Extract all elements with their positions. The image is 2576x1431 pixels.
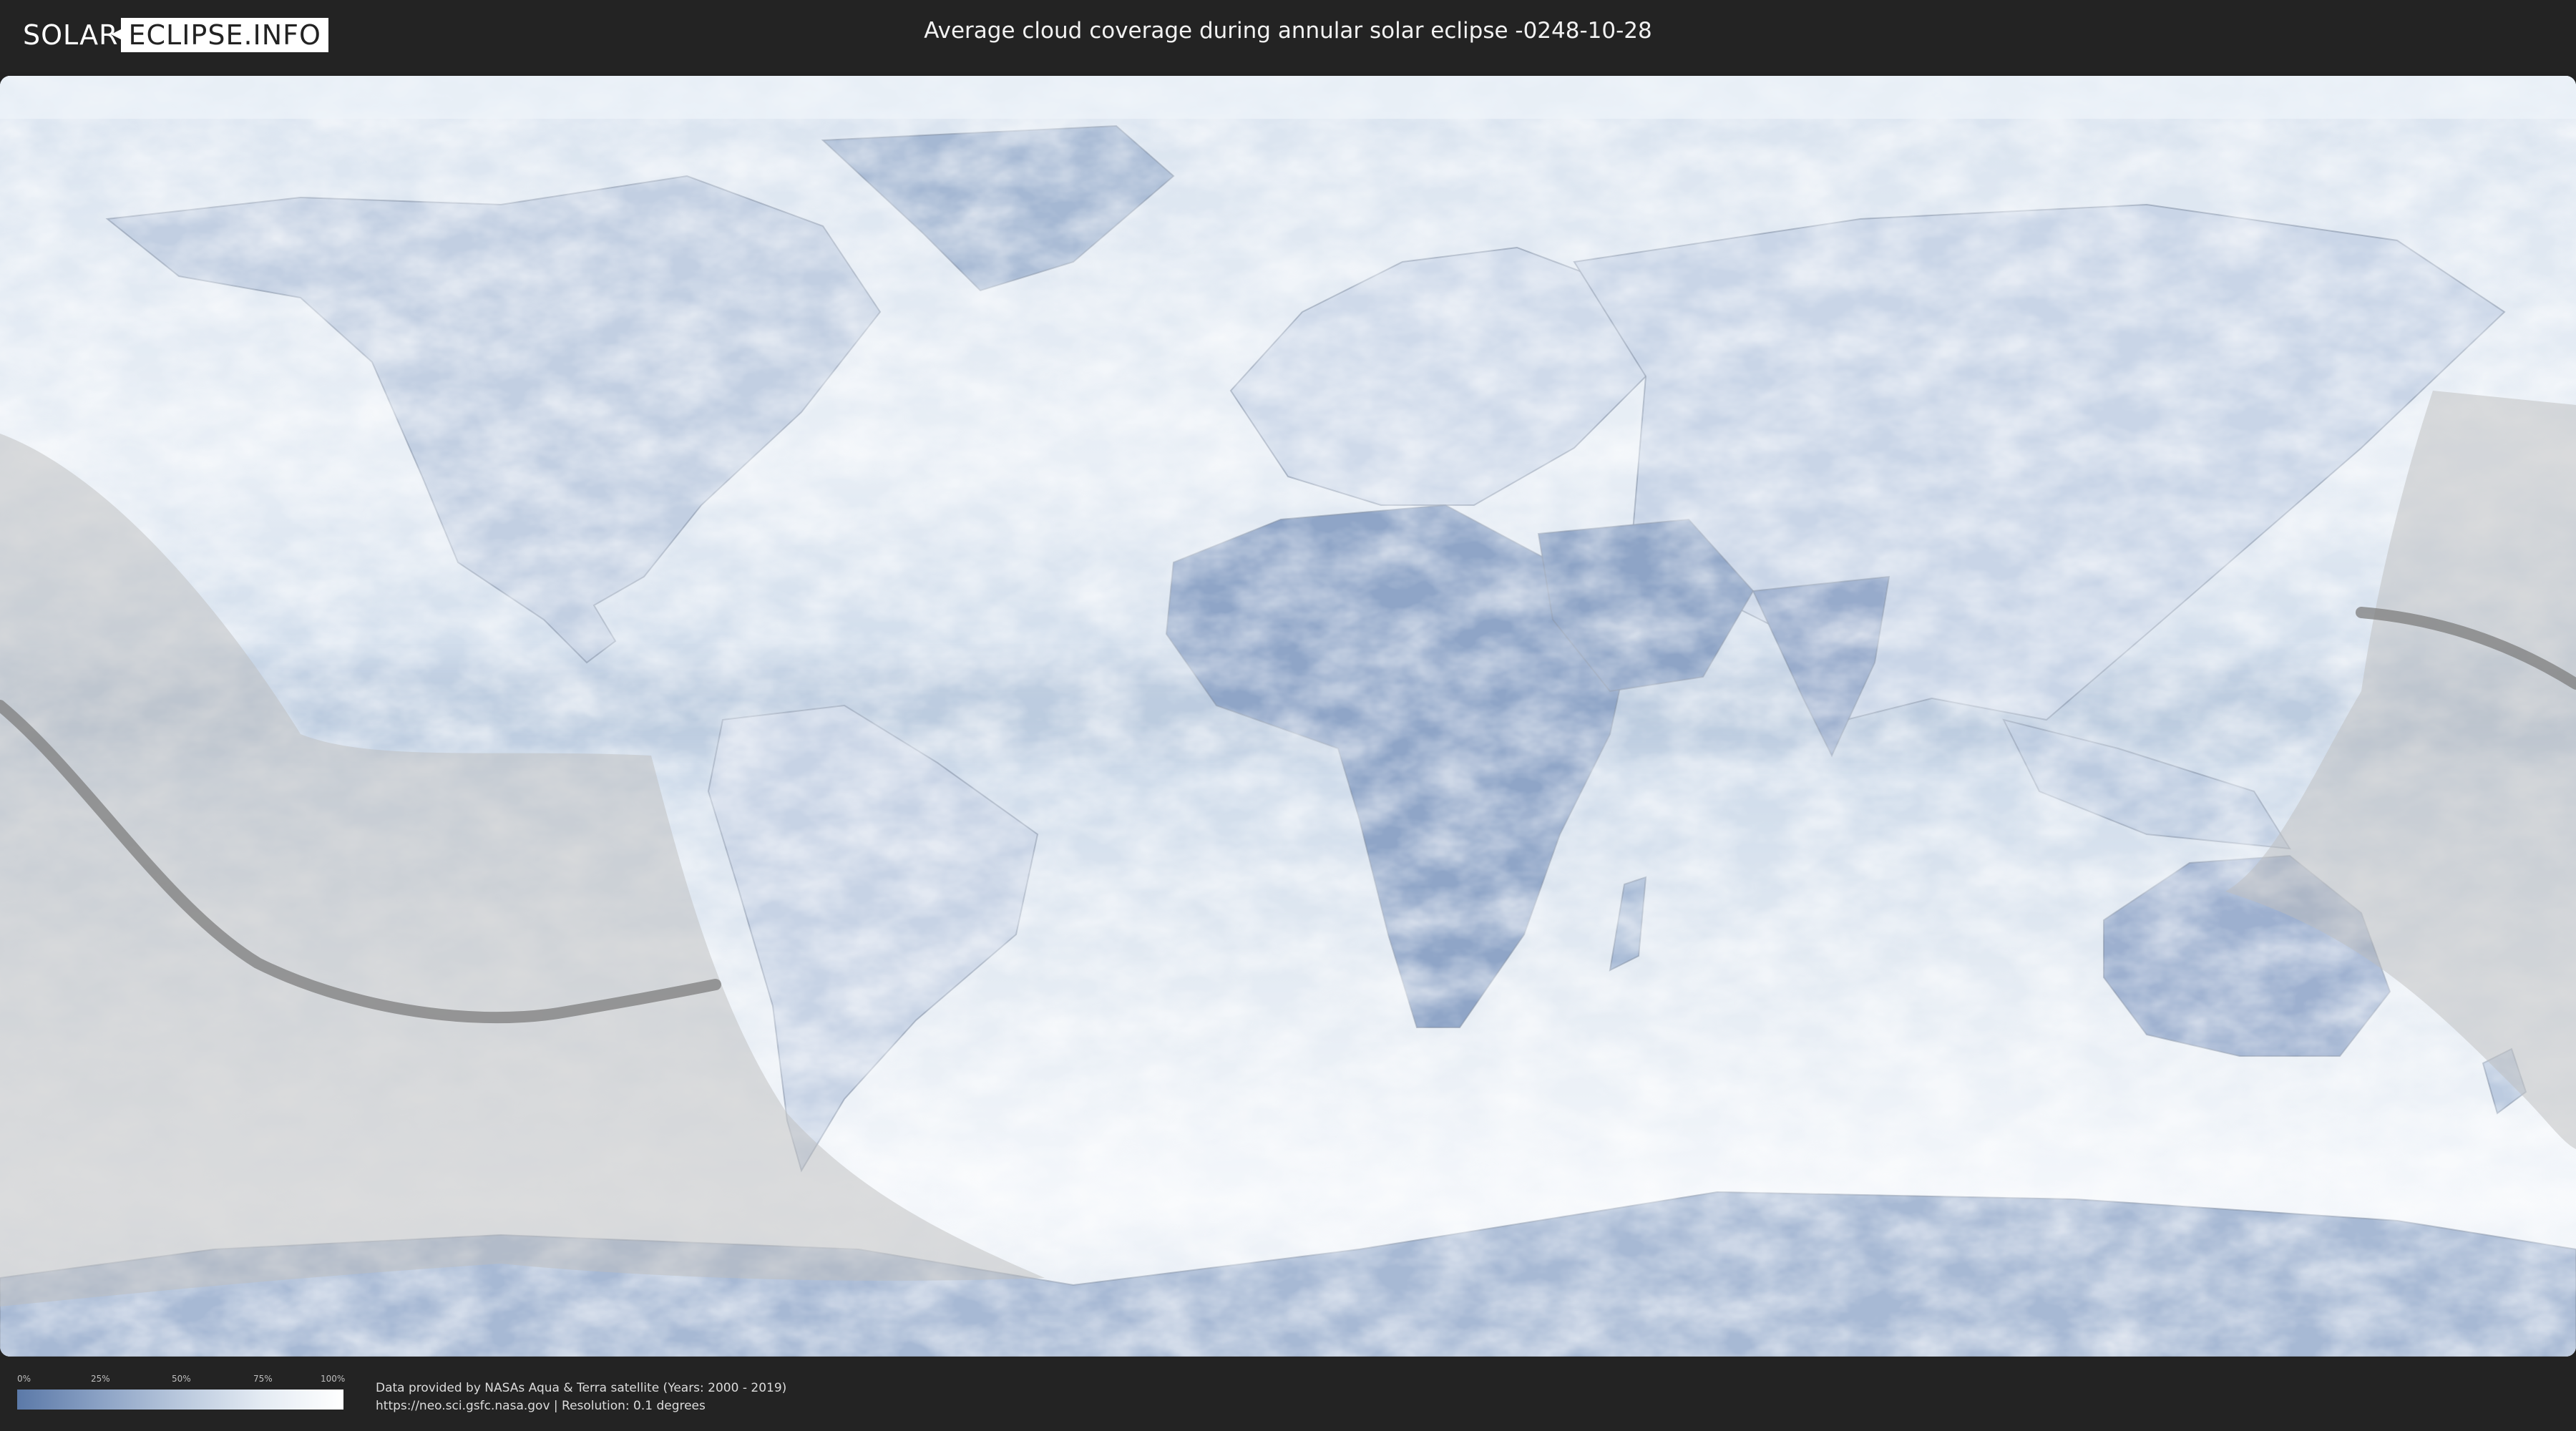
legend-tick-25: 25% [91, 1374, 110, 1384]
cloud-coverage-legend: 0% 25% 50% 75% 100% [17, 1374, 346, 1414]
credit-line-source: Data provided by NASAs Aqua & Terra sate… [376, 1381, 787, 1395]
legend-tick-50: 50% [172, 1374, 191, 1384]
cloud-coverage-map[interactable] [0, 76, 2576, 1357]
legend-tick-100: 100% [321, 1374, 346, 1384]
legend-gradient-bar [17, 1390, 343, 1410]
data-credits: Data provided by NASAs Aqua & Terra sate… [376, 1379, 786, 1415]
arctic-haze [0, 76, 2576, 119]
header-bar: SOLAR ECLIPSE.INFO Average cloud coverag… [0, 0, 2576, 72]
world-map-svg [0, 76, 2576, 1357]
credit-line-url: https://neo.sci.gsfc.nasa.gov | Resoluti… [376, 1399, 706, 1413]
page-title: Average cloud coverage during annular so… [924, 18, 1652, 44]
legend-tick-75: 75% [253, 1374, 273, 1384]
legend-tick-0: 0% [17, 1374, 31, 1384]
